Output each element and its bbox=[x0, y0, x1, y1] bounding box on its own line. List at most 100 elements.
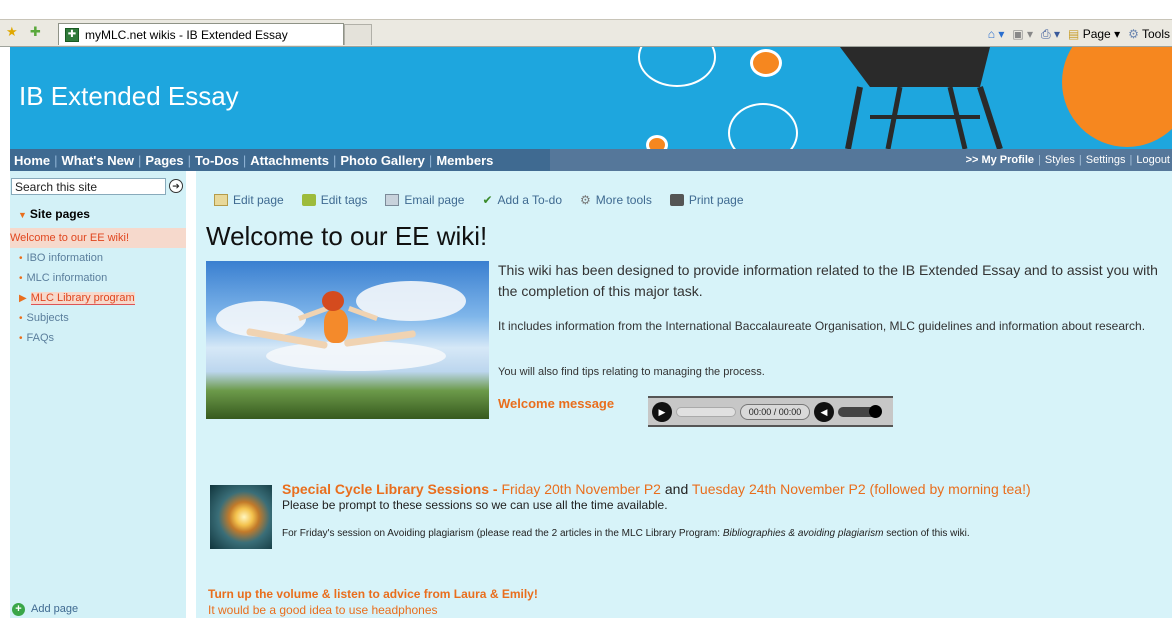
volume-subtext: It would be a good idea to use headphone… bbox=[208, 603, 438, 617]
site-title[interactable]: IB Extended Essay bbox=[19, 81, 239, 112]
nav-attachments[interactable]: Attachments bbox=[246, 153, 333, 168]
nav-divider: | bbox=[1078, 154, 1082, 166]
decor-circle bbox=[1062, 47, 1172, 147]
page-title: Welcome to our EE wiki! bbox=[206, 221, 488, 251]
site-banner: IB Extended Essay bbox=[10, 47, 1172, 149]
sidebar-item-label: IBO information bbox=[26, 252, 103, 264]
site-favicon-icon: ✚ bbox=[65, 27, 79, 42]
add-page-label: Add page bbox=[31, 603, 79, 615]
sidebar-item-label: Welcome to our EE wiki! bbox=[10, 232, 130, 244]
sidebar-item-label: MLC Library program bbox=[30, 292, 135, 305]
envelope-icon bbox=[385, 194, 400, 206]
session-and: and bbox=[660, 481, 692, 497]
figure-body bbox=[324, 309, 348, 343]
settings-link[interactable]: Settings bbox=[1086, 154, 1126, 166]
volume-knob[interactable] bbox=[869, 404, 882, 418]
favorites-star-icon[interactable]: ★ bbox=[6, 24, 18, 40]
gear-icon: ⚙ bbox=[1128, 27, 1139, 41]
nav-members[interactable]: Members bbox=[432, 153, 497, 168]
tools-menu-label: Tools bbox=[1141, 27, 1170, 41]
decor-circle bbox=[646, 135, 668, 149]
edit-page-label: Edit page bbox=[233, 193, 284, 207]
sidebar-item-mlc[interactable]: • MLC information bbox=[10, 268, 186, 288]
tag-icon bbox=[301, 194, 316, 206]
pencil-paper-icon bbox=[214, 194, 228, 206]
search-go-icon[interactable]: ➔ bbox=[169, 179, 183, 193]
sidebar-item-subjects[interactable]: • Subjects bbox=[10, 308, 186, 328]
seek-bar[interactable] bbox=[676, 406, 736, 417]
jumping-woman-image bbox=[206, 261, 489, 419]
plagiarism-note-italic: Bibliographies & avoiding plagiarism bbox=[722, 528, 884, 539]
sidebar-item-library-program[interactable]: ▶ MLC Library program bbox=[10, 288, 186, 308]
special-sessions-note: Please be prompt to these sessions so we… bbox=[282, 498, 668, 512]
nav-photo-gallery[interactable]: Photo Gallery bbox=[336, 153, 429, 168]
sparkle-image bbox=[210, 485, 272, 549]
sidebar-item-faqs[interactable]: • FAQs bbox=[10, 328, 186, 348]
site-pages-label: Site pages bbox=[29, 207, 90, 221]
email-page-button[interactable]: Email page bbox=[385, 193, 464, 207]
bullet-icon: • bbox=[19, 253, 23, 264]
bullet-icon: • bbox=[19, 313, 23, 324]
add-todo-label: Add a To-do bbox=[497, 193, 563, 207]
edit-page-button[interactable]: Edit page bbox=[214, 193, 284, 207]
browser-tab-title: myMLC.net wikis - IB Extended Essay bbox=[85, 27, 288, 42]
site-pages-heading[interactable]: ▼ Site pages bbox=[18, 207, 90, 221]
sidebar: ➔ ▼Site pages Welcome to our EE wiki! •I… bbox=[10, 171, 186, 618]
browser-tab[interactable]: ✚ myMLC.net wikis - IB Extended Essay bbox=[58, 23, 344, 45]
edit-tags-button[interactable]: Edit tags bbox=[301, 193, 367, 207]
sidebar-item-welcome[interactable]: Welcome to our EE wiki! bbox=[10, 228, 186, 248]
user-links: >> My Profile | Styles | Settings | Logout bbox=[966, 154, 1170, 166]
cloud bbox=[266, 341, 446, 371]
volume-slider[interactable] bbox=[838, 404, 882, 418]
sidebar-item-ibo[interactable]: • IBO information bbox=[10, 248, 186, 268]
session-date-2: Tuesday 24th November P2 (followed by mo… bbox=[691, 481, 1031, 497]
logout-link[interactable]: Logout bbox=[1136, 154, 1170, 166]
more-tools-label: More tools bbox=[595, 193, 652, 207]
home-icon[interactable]: ⌂ ▾ bbox=[988, 27, 1005, 41]
print-page-button[interactable]: Print page bbox=[669, 193, 744, 207]
print-icon[interactable]: ⎙ ▾ bbox=[1041, 27, 1060, 42]
figure-head bbox=[322, 291, 344, 311]
nav-todos[interactable]: To-Dos bbox=[191, 153, 243, 168]
tools-icon: ⚙ bbox=[580, 193, 591, 207]
page-menu-label: Page bbox=[1082, 27, 1111, 41]
print-page-label: Print page bbox=[688, 193, 744, 207]
play-icon[interactable]: ▶ bbox=[652, 401, 672, 422]
session-date-1: Friday 20th November P2 bbox=[501, 481, 661, 497]
page-content: Edit page Edit tags Email page ✔ Add a To… bbox=[196, 171, 1172, 618]
plagiarism-note-b: section of this wiki. bbox=[883, 528, 970, 539]
volume-icon[interactable]: ◀ bbox=[814, 401, 834, 422]
styles-link[interactable]: Styles bbox=[1045, 154, 1075, 166]
browser-window: ★ ✚ ✚ myMLC.net wikis - IB Extended Essa… bbox=[0, 0, 1172, 47]
add-page-button[interactable]: + Add page bbox=[12, 603, 78, 616]
page-toolbar: Edit page Edit tags Email page ✔ Add a To… bbox=[214, 193, 744, 207]
nav-tabs: Home | What's New | Pages | To-Dos | Attachm… bbox=[10, 149, 550, 171]
my-profile-link[interactable]: >> My Profile bbox=[966, 154, 1034, 166]
add-favorite-icon[interactable]: ✚ bbox=[30, 24, 41, 40]
plagiarism-note-a: For Friday's session on Avoiding plagiar… bbox=[282, 528, 723, 539]
nav-whats-new[interactable]: What's New bbox=[58, 153, 138, 168]
page-menu[interactable]: ▤ Page ▾ bbox=[1068, 27, 1120, 41]
intro-text: This wiki has been designed to provide i… bbox=[498, 262, 1158, 299]
expand-triangle-icon: ▶ bbox=[19, 293, 27, 304]
page-icon: ▤ bbox=[1068, 27, 1080, 41]
sidebar-item-label: MLC information bbox=[26, 272, 108, 284]
collapse-triangle-icon: ▼ bbox=[18, 210, 27, 220]
add-todo-button[interactable]: ✔ Add a To-do bbox=[482, 193, 562, 207]
sidebar-item-label: FAQs bbox=[26, 332, 55, 344]
search-input[interactable] bbox=[11, 178, 166, 195]
special-sessions-title: Special Cycle Library Sessions bbox=[282, 481, 489, 497]
nav-pages[interactable]: Pages bbox=[141, 153, 187, 168]
sidebar-item-label: Subjects bbox=[26, 312, 69, 324]
nav-home[interactable]: Home bbox=[10, 153, 54, 168]
feeds-icon[interactable]: ▣ ▾ bbox=[1012, 27, 1033, 41]
browser-tab-strip: ★ ✚ ✚ myMLC.net wikis - IB Extended Essa… bbox=[0, 19, 1172, 47]
intro-text-3: You will also find tips relating to mana… bbox=[498, 366, 765, 378]
chair-illustration bbox=[840, 47, 1003, 149]
plus-icon: + bbox=[12, 603, 25, 616]
new-tab-button[interactable] bbox=[344, 24, 372, 45]
main-navigation: Home | What's New | Pages | To-Dos | Attachm… bbox=[10, 149, 1172, 171]
plagiarism-note: For Friday's session on Avoiding plagiar… bbox=[282, 528, 970, 539]
tools-menu[interactable]: ⚙ Tools bbox=[1128, 27, 1170, 41]
more-tools-button[interactable]: ⚙ More tools bbox=[580, 193, 652, 207]
